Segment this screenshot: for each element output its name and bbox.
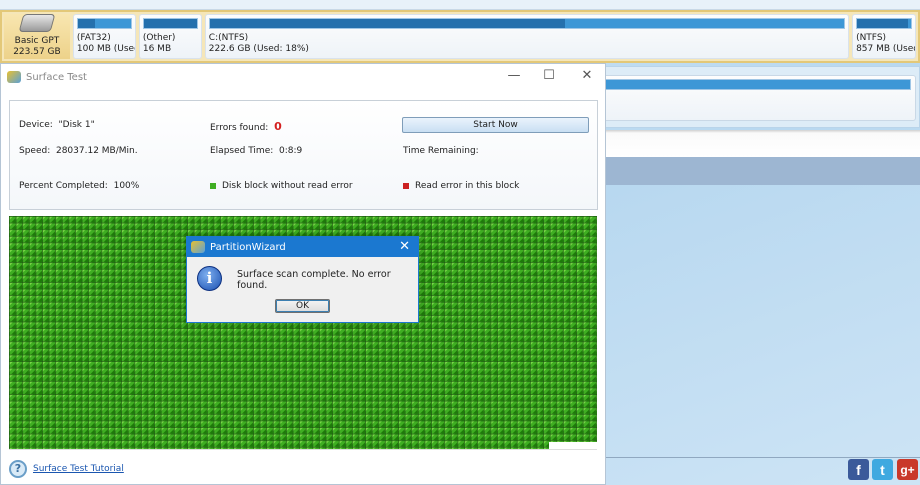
app-icon	[7, 71, 21, 83]
info-icon: i	[197, 266, 222, 291]
disk-row-2	[600, 66, 920, 128]
message-dialog: PartitionWizard ✕ i Surface scan complet…	[186, 236, 419, 323]
partition-info: 857 MB (Used:	[856, 44, 916, 54]
partition-info: 222.6 GB (Used: 18%)	[208, 44, 309, 54]
twitter-icon[interactable]: t	[872, 459, 893, 480]
footer: ? Surface Test Tutorial	[9, 460, 124, 478]
usage-bar	[76, 18, 132, 29]
tutorial-link[interactable]: Surface Test Tutorial	[33, 464, 124, 474]
partition-info: 16 MB	[142, 44, 172, 54]
google-plus-icon[interactable]: g+	[897, 459, 918, 480]
time-remaining-label: Time Remaining:	[403, 146, 479, 156]
facebook-icon[interactable]: f	[848, 459, 869, 480]
device-row: Device: "Disk 1"	[19, 120, 95, 130]
dialog-message: Surface scan complete. No error found.	[237, 269, 391, 291]
start-now-button[interactable]: Start Now	[402, 117, 589, 133]
device-value: "Disk 1"	[58, 120, 95, 130]
legend-error: Read error in this block	[403, 181, 519, 191]
minimize-icon[interactable]: —	[499, 68, 529, 83]
percent-row: Percent Completed: 100%	[19, 181, 140, 191]
usage-bar	[208, 18, 846, 29]
status-panel: Device: "Disk 1" Errors found: 0 Start N…	[9, 100, 598, 210]
errors-value: 0	[274, 120, 282, 133]
help-icon[interactable]: ?	[9, 460, 27, 478]
elapsed-value: 0:8:9	[279, 146, 303, 156]
partition-other[interactable]: (Other) 16 MB	[138, 14, 202, 59]
disk-size: 223.57 GB	[13, 47, 61, 57]
partition-fs: (NTFS)	[856, 33, 887, 43]
hard-disk-icon	[18, 14, 56, 32]
speed-value: 28037.12 MB/Min.	[55, 146, 138, 156]
legend-ok: Disk block without read error	[210, 181, 353, 191]
partition-fs: C:(NTFS)	[208, 33, 249, 43]
usage-bar	[602, 79, 911, 90]
elapsed-row: Elapsed Time: 0:8:9	[210, 146, 303, 156]
percent-value: 100%	[113, 181, 140, 191]
disk-name: Basic GPT	[14, 36, 60, 46]
divider	[606, 457, 920, 458]
partition-ntfs[interactable]: (NTFS) 857 MB (Used:	[852, 14, 916, 59]
red-block-icon	[403, 182, 409, 189]
usage-bar	[142, 18, 198, 29]
grid-unused-area	[549, 442, 597, 449]
green-block-icon	[210, 182, 216, 189]
speed-row: Speed: 28037.12 MB/Min.	[19, 146, 138, 156]
dialog-title-bar: PartitionWizard	[187, 237, 418, 257]
partition-fs: (FAT32)	[76, 33, 111, 43]
window-title: Surface Test	[26, 71, 87, 83]
disk-map-row: Basic GPT 223.57 GB (FAT32) 100 MB (Used…	[0, 10, 920, 63]
disk-info[interactable]: Basic GPT 223.57 GB	[4, 14, 70, 59]
partition-fat32[interactable]: (FAT32) 100 MB (Used:	[72, 14, 136, 59]
errors-row: Errors found: 0	[210, 120, 282, 133]
partition-info: 100 MB (Used:	[76, 44, 135, 54]
ok-button[interactable]: OK	[275, 299, 330, 313]
maximize-icon[interactable]: ☐	[534, 68, 564, 83]
top-strip	[0, 0, 920, 10]
dialog-close-icon[interactable]: ✕	[399, 239, 410, 254]
close-icon[interactable]: ✕	[572, 68, 602, 83]
app-icon	[191, 241, 205, 253]
partition-block[interactable]	[601, 75, 916, 121]
usage-bar	[856, 18, 912, 29]
partition-fs: (Other)	[142, 33, 176, 43]
partition-c[interactable]: C:(NTFS) 222.6 GB (Used: 18%)	[204, 14, 850, 59]
header-strip	[600, 157, 920, 185]
divider-strip	[600, 130, 920, 157]
dialog-title: PartitionWizard	[210, 241, 286, 253]
